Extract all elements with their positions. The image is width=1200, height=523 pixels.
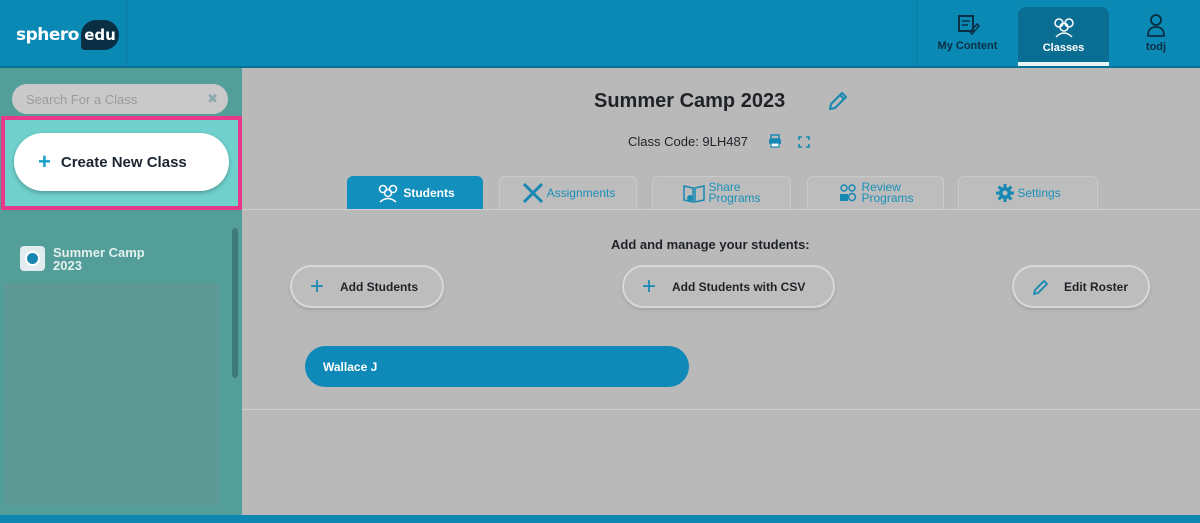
edit-roster-label: Edit Roster [1064, 279, 1129, 294]
class-list-area [4, 283, 219, 505]
bottom-bar [0, 515, 1200, 523]
nav-my-content[interactable]: My Content [916, 0, 1018, 66]
students-panel: Add and manage your students: + Add Stud… [242, 209, 1200, 410]
pencil-icon [1033, 279, 1048, 295]
tab-settings-label: Settings [1017, 186, 1061, 200]
fullscreen-icon[interactable] [798, 136, 810, 148]
sidebar-class-item[interactable]: Summer Camp 2023 [20, 246, 220, 272]
tab-review-programs[interactable]: Review Programs [807, 176, 944, 209]
tab-students[interactable]: Students [347, 176, 483, 209]
class-code: Class Code: 9LH487 [628, 134, 748, 149]
class-search-input[interactable]: Search For a Class ✖ [12, 84, 228, 114]
add-students-button[interactable]: + Add Students [290, 265, 444, 308]
student-name: Wallace J [323, 359, 378, 374]
students-icon [379, 184, 398, 203]
my-content-icon [957, 15, 980, 36]
tab-share-line2: Programs [708, 191, 761, 205]
header-divider [126, 0, 127, 66]
clear-search-icon[interactable]: ✖ [207, 91, 218, 107]
print-icon[interactable] [768, 134, 782, 148]
tab-assignments-label: Assignments [546, 186, 616, 200]
tab-share-programs[interactable]: Share Programs [652, 176, 791, 209]
create-new-class-button[interactable]: + Create New Class [14, 133, 229, 191]
tab-settings[interactable]: Settings [958, 176, 1098, 209]
logo-text: sphero [16, 25, 79, 45]
add-students-csv-button[interactable]: + Add Students with CSV [622, 265, 835, 308]
create-new-class-label: Create New Class [60, 153, 187, 171]
sphero-edu-logo[interactable]: sphero edu [16, 20, 119, 50]
search-placeholder: Search For a Class [26, 91, 138, 107]
add-students-csv-label: Add Students with CSV [672, 279, 806, 294]
nav-my-content-label: My Content [937, 40, 998, 52]
nav-user-account[interactable]: todj [1112, 0, 1200, 66]
tab-students-label: Students [403, 186, 455, 200]
class-name-line2: 2023 [53, 258, 82, 273]
user-icon [1147, 14, 1165, 37]
tab-review-label: Review Programs [861, 181, 914, 205]
add-students-label: Add Students [340, 279, 419, 294]
student-list-item[interactable]: Wallace J [305, 346, 689, 387]
share-programs-icon [683, 185, 706, 203]
tab-share-label: Share Programs [708, 181, 761, 205]
tab-assignments[interactable]: Assignments [499, 176, 637, 209]
class-item-name: Summer Camp 2023 [53, 246, 145, 272]
top-header: sphero edu My Content Classes todj [0, 0, 1200, 68]
class-robot-icon [20, 246, 45, 271]
nav-user-label: todj [1145, 41, 1167, 53]
panel-heading: Add and manage your students: [611, 237, 810, 252]
assignments-icon [522, 182, 543, 204]
class-title: Summer Camp 2023 [594, 90, 786, 112]
classes-icon [1053, 17, 1074, 38]
plus-icon: + [310, 272, 325, 300]
create-class-highlight: + Create New Class [1, 116, 242, 210]
nav-classes-label: Classes [1042, 41, 1085, 54]
tab-review-line2: Programs [861, 191, 914, 205]
plus-icon: + [38, 149, 51, 174]
logo-badge: edu [80, 20, 119, 50]
class-sidebar: Search For a Class ✖ + Create New Class … [0, 68, 242, 515]
class-main-panel: Summer Camp 2023 Class Code: 9LH487 Stud… [242, 68, 1200, 515]
plus-icon: + [642, 272, 657, 300]
edit-roster-button[interactable]: Edit Roster [1012, 265, 1150, 308]
sidebar-scrollbar[interactable] [232, 228, 238, 378]
edit-class-name-icon[interactable] [827, 90, 849, 112]
gear-icon [996, 184, 1015, 202]
nav-classes[interactable]: Classes [1018, 7, 1109, 66]
review-programs-icon [840, 184, 857, 202]
